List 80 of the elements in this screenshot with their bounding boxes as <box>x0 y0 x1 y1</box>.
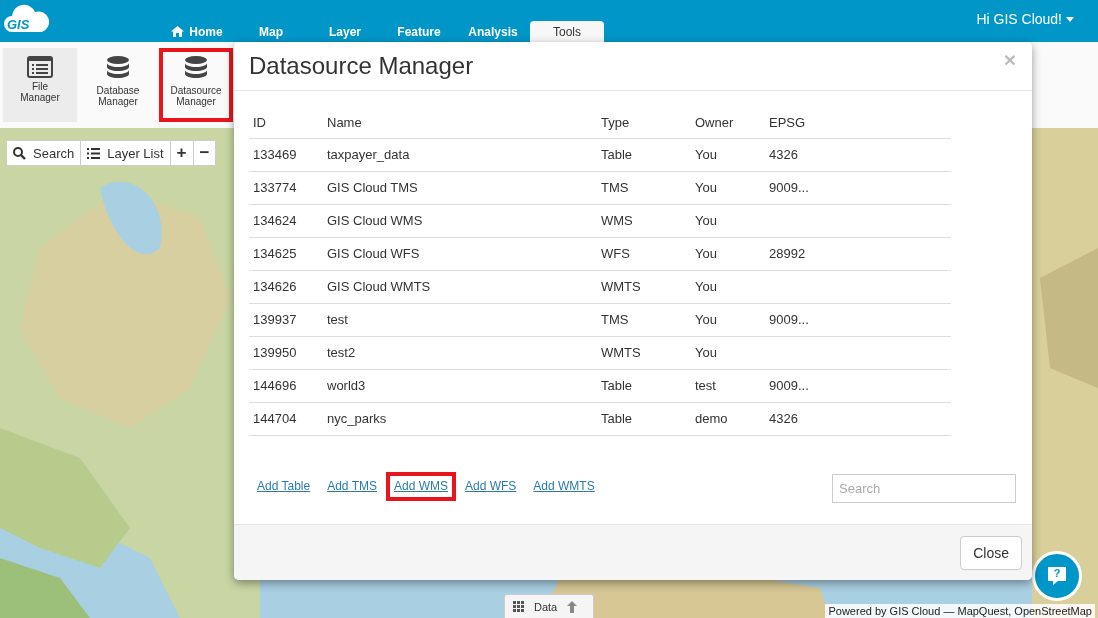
add-link[interactable]: Add WMTS <box>525 472 603 501</box>
table-cell: GIS Cloud WFS <box>323 237 597 270</box>
table-cell: WMTS <box>597 270 691 303</box>
table-cell: Table <box>597 369 691 402</box>
table-cell: You <box>691 171 765 204</box>
table-cell: taxpayer_data <box>323 138 597 171</box>
table-cell: You <box>691 336 765 369</box>
data-tab-label: Data <box>534 600 558 613</box>
table-cell: 9009... <box>765 303 951 336</box>
table-cell: WMTS <box>597 336 691 369</box>
table-cell: 139937 <box>249 303 323 336</box>
column-header: Type <box>597 107 691 138</box>
grid-icon <box>513 601 524 612</box>
table-cell: 144704 <box>249 402 323 435</box>
nav-tab[interactable]: Feature <box>382 21 456 42</box>
attribution: Powered by GIS Cloud — MapQuest, OpenStreetMap <box>825 604 1095 618</box>
nav-tab[interactable]: Analysis <box>456 21 530 42</box>
table-cell: TMS <box>597 303 691 336</box>
table-cell: nyc_parks <box>323 402 597 435</box>
tool-button[interactable]: Database Manager <box>81 48 155 122</box>
table-cell: TMS <box>597 171 691 204</box>
table-cell: WMS <box>597 204 691 237</box>
nav-tab[interactable]: Map <box>234 21 308 42</box>
table-cell: test <box>323 303 597 336</box>
nav-tab[interactable]: Layer <box>308 21 382 42</box>
table-cell: 133774 <box>249 171 323 204</box>
table-cell: 4326 <box>765 402 951 435</box>
search-icon <box>13 146 26 160</box>
column-header: Name <box>323 107 597 138</box>
list-icon <box>87 147 101 159</box>
nav-tab[interactable]: Tools <box>530 21 604 42</box>
table-cell: Table <box>597 138 691 171</box>
user-menu[interactable]: Hi GIS Cloud! <box>976 11 1074 27</box>
table-cell: You <box>691 237 765 270</box>
file-list-icon <box>27 56 53 78</box>
cloud-icon <box>4 4 50 34</box>
column-header: EPSG <box>765 107 951 138</box>
table-cell: demo <box>691 402 765 435</box>
add-link[interactable]: Add WMS <box>385 472 456 501</box>
table-cell: GIS Cloud TMS <box>323 171 597 204</box>
table-cell: world3 <box>323 369 597 402</box>
logo-text: GIS <box>7 17 30 32</box>
add-link[interactable]: Add WFS <box>457 472 525 501</box>
arrow-up-icon <box>567 600 578 613</box>
table-cell: You <box>691 270 765 303</box>
logo[interactable]: GIS <box>4 4 50 36</box>
table-cell: You <box>691 303 765 336</box>
add-link[interactable]: Add TMS <box>319 472 385 501</box>
tool-button[interactable]: Datasource Manager <box>159 48 233 122</box>
data-tab[interactable]: Data <box>504 594 594 618</box>
table-cell: 134625 <box>249 237 323 270</box>
search-field[interactable]: Search <box>832 474 1016 503</box>
tool-button[interactable]: File Manager <box>3 48 77 122</box>
table-cell: 134626 <box>249 270 323 303</box>
table-cell: test2 <box>323 336 597 369</box>
column-header: Owner <box>691 107 765 138</box>
table-cell: test <box>691 369 765 402</box>
caret-icon <box>1066 16 1074 22</box>
table-cell: GIS Cloud WMTS <box>323 270 597 303</box>
table-cell: 133469 <box>249 138 323 171</box>
nav-tab[interactable]: Home <box>160 21 234 42</box>
close-button[interactable]: Close <box>960 535 1022 570</box>
table-cell: 28992 <box>765 237 951 270</box>
table-cell: You <box>691 138 765 171</box>
table-cell: GIS Cloud WMS <box>323 204 597 237</box>
chat-bubble-icon <box>1046 565 1068 587</box>
table-cell: 9009... <box>765 171 951 204</box>
search-button[interactable]: Search <box>7 141 82 165</box>
add-link[interactable]: Add Table <box>249 472 319 501</box>
home-icon <box>171 26 185 37</box>
table-cell: 134624 <box>249 204 323 237</box>
column-header: ID <box>249 107 323 138</box>
table-cell: 9009... <box>765 369 951 402</box>
dialog-title: Datasource Manager <box>249 52 474 80</box>
table-cell: 139950 <box>249 336 323 369</box>
table-cell: 4326 <box>765 138 951 171</box>
table-cell: 144696 <box>249 369 323 402</box>
table-cell: Table <box>597 402 691 435</box>
table-cell: You <box>691 204 765 237</box>
table-cell: WFS <box>597 237 691 270</box>
